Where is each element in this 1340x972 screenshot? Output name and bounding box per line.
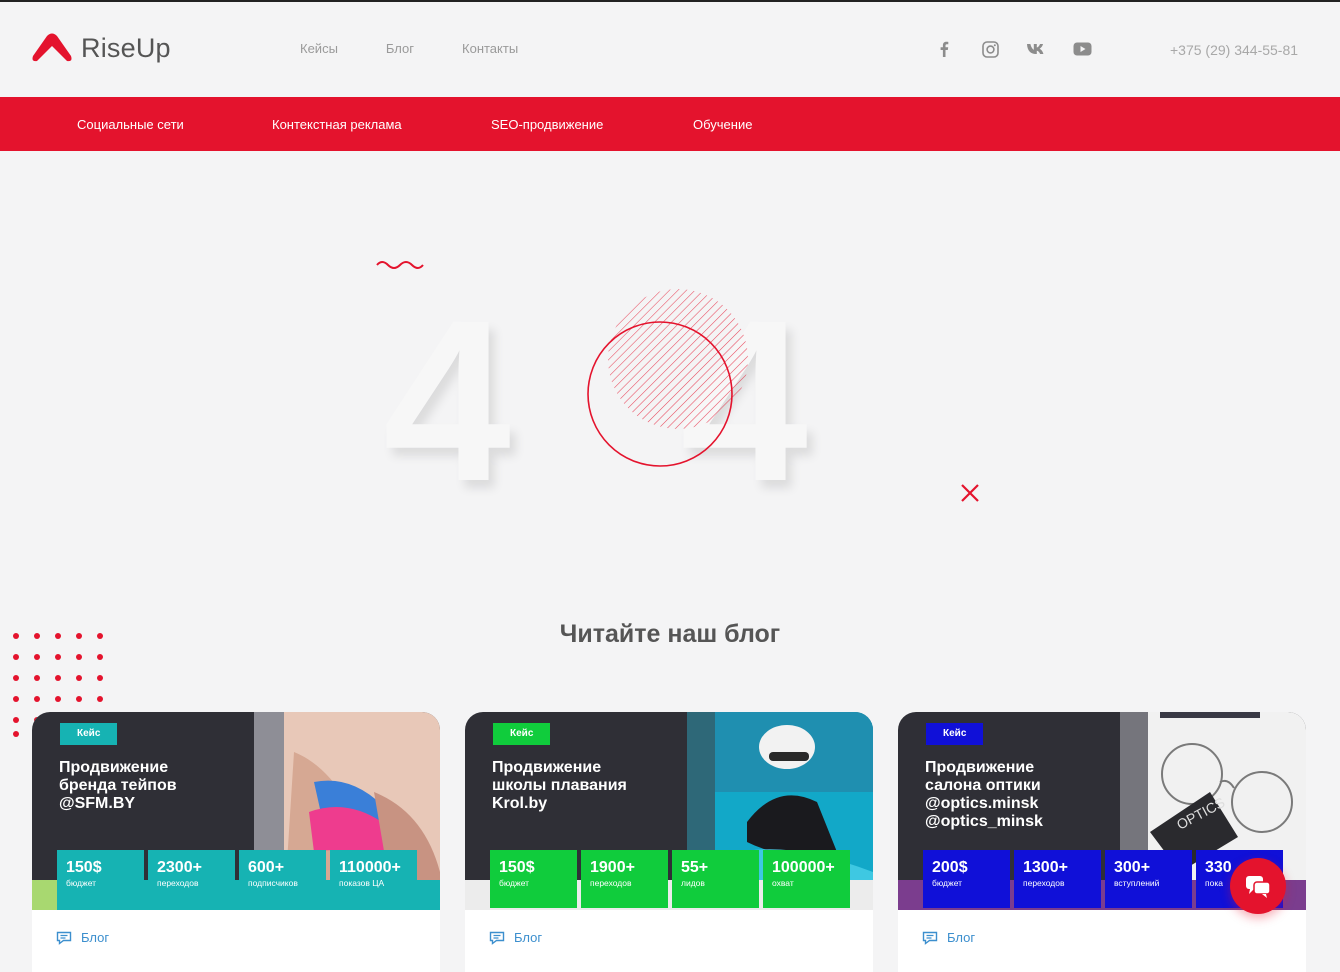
card-title-line: Продвижение <box>59 759 169 776</box>
card-title: Продвижение салона оптики @optics.minsk … <box>925 759 1095 831</box>
menu-item-social[interactable]: Социальные сети <box>77 117 184 132</box>
card-title: Продвижение бренда тейпов @SFM.BY <box>59 759 229 813</box>
card-title-line: бренда тейпов <box>59 777 177 794</box>
stat-leads: 55+ лидов <box>672 850 759 908</box>
case-badge: Кейс <box>926 723 984 745</box>
card-category[interactable]: Блог <box>81 930 109 945</box>
blog-card-sfm[interactable]: Кейс Продвижение бренда тейпов @SFM.BY 1… <box>32 712 440 972</box>
card-title-line: @optics_minsk <box>925 813 1043 830</box>
card-category[interactable]: Блог <box>514 930 542 945</box>
facebook-icon[interactable] <box>934 39 954 59</box>
stats-row: 150$ бюджет 2300+ переходов 600+ подписчико… <box>57 850 421 908</box>
blog-card-optics[interactable]: OPTICS Кейс Продвижение салона оптики @o… <box>898 712 1306 972</box>
case-badge: Кейс <box>493 723 551 745</box>
blog-section-title: Читайте наш блог <box>559 620 781 648</box>
nav-link-blog[interactable]: Блог <box>386 41 414 56</box>
card-title-line: @SFM.BY <box>59 795 136 812</box>
vk-icon[interactable] <box>1026 39 1046 59</box>
riseup-logo-icon <box>32 33 72 62</box>
nav-link-contacts[interactable]: Контакты <box>462 41 518 56</box>
card-title-line: школы плавания <box>492 777 627 794</box>
logo[interactable]: RiseUp <box>31 32 171 64</box>
card-footer: Блог <box>922 930 975 945</box>
digit-four-left: 4 <box>383 272 511 529</box>
case-badge: Кейс <box>60 723 118 745</box>
stat-budget: 150$ бюджет <box>57 850 144 908</box>
chat-button[interactable] <box>1230 858 1286 914</box>
card-title-line: @optics.minsk <box>925 795 1039 812</box>
card-footer: Блог <box>56 930 109 945</box>
phone-number[interactable]: +375 (29) 344-55-81 <box>1170 42 1298 58</box>
stats-row: 150$ бюджет 1900+ переходов 55+ лидов 10000… <box>490 850 854 908</box>
card-title-line: салона оптики <box>925 777 1041 794</box>
close-cross-decoration <box>961 484 979 502</box>
card-category[interactable]: Блог <box>947 930 975 945</box>
brand-name: RiseUp <box>81 32 171 63</box>
site-header: RiseUp Кейсы Блог Контакты +375 (29) 344… <box>0 2 1340 97</box>
menu-item-training[interactable]: Обучение <box>693 117 752 132</box>
youtube-icon[interactable] <box>1072 39 1092 59</box>
chat-bubbles-icon <box>1246 876 1271 898</box>
card-footer: Блог <box>489 930 542 945</box>
card-title: Продвижение школы плавания Krol.by <box>492 759 662 813</box>
stat-joins: 300+ вступлений <box>1105 850 1192 908</box>
zero-circle-graphic <box>587 289 748 467</box>
stat-reach: 100000+ охват <box>763 850 850 908</box>
card-title-line: Продвижение <box>925 759 1035 776</box>
nav-link-cases[interactable]: Кейсы <box>300 41 338 56</box>
blog-card-krol[interactable]: Кейс Продвижение школы плавания Krol.by … <box>465 712 873 972</box>
top-nav: Кейсы Блог Контакты <box>300 41 566 56</box>
card-stripe-accent <box>32 880 57 910</box>
stat-clicks: 1900+ переходов <box>581 850 668 908</box>
stat-followers: 600+ подписчиков <box>239 850 326 908</box>
error-404-hero: 4 4 <box>0 151 1340 611</box>
card-title-line: Продвижение <box>492 759 602 776</box>
comment-icon <box>56 931 72 945</box>
stat-clicks: 1300+ переходов <box>1014 850 1101 908</box>
squiggle-decoration <box>376 261 424 269</box>
instagram-icon[interactable] <box>980 39 1000 59</box>
comment-icon <box>922 931 938 945</box>
card-image: Кейс Продвижение школы плавания Krol.by … <box>465 712 873 910</box>
card-image: Кейс Продвижение бренда тейпов @SFM.BY 1… <box>32 712 440 910</box>
stat-budget: 200$ бюджет <box>923 850 1010 908</box>
social-links <box>934 39 1118 59</box>
stat-clicks: 2300+ переходов <box>148 850 235 908</box>
stat-budget: 150$ бюджет <box>490 850 577 908</box>
services-menu: Социальные сети Контекстная реклама SEO-… <box>0 97 1340 151</box>
stat-impressions: 110000+ показов ЦА <box>330 850 417 908</box>
menu-item-seo[interactable]: SEO-продвижение <box>491 117 603 132</box>
comment-icon <box>489 931 505 945</box>
card-title-line: Krol.by <box>492 795 548 812</box>
menu-item-context-ads[interactable]: Контекстная реклама <box>272 117 402 132</box>
